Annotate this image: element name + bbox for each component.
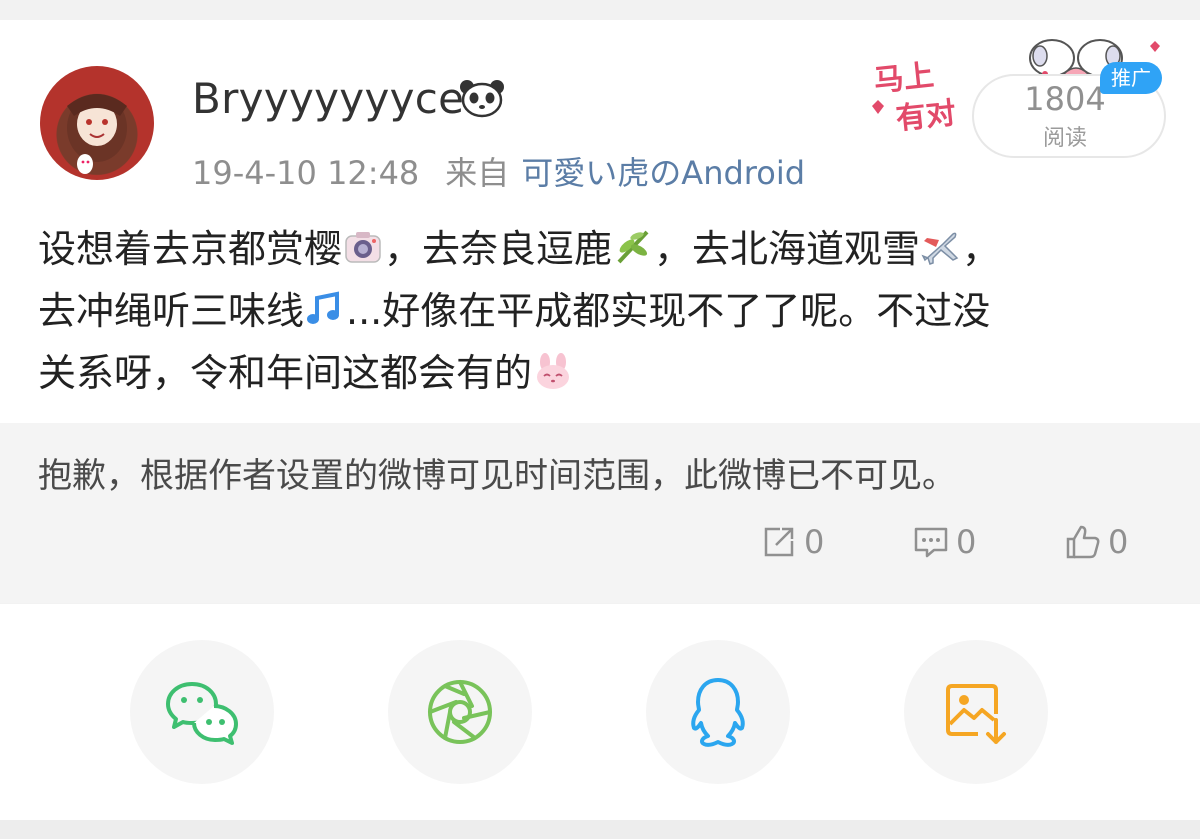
post-line-2: 去冲绳听三味线 ...好像在平成都实现不了了呢。不过没: [38, 280, 1168, 342]
source-link[interactable]: 可愛い虎のAndroid: [521, 154, 805, 192]
post-timestamp: 19-4-10 12:48: [192, 154, 420, 192]
bunny-icon: [537, 353, 570, 389]
save-image-icon: [946, 684, 1006, 744]
avatar-art-icon: [67, 94, 127, 174]
camera-icon: [345, 232, 381, 263]
post-meta: 19-4-10 12:48 来自 可愛い虎のAndroid: [192, 148, 805, 194]
username[interactable]: Bryyyyyyyce: [192, 74, 464, 123]
thumbs-up-icon: [1066, 525, 1100, 559]
read-label: 阅读: [1042, 126, 1087, 151]
read-count: 1804: [1024, 80, 1106, 118]
repost-count: 0: [804, 523, 825, 561]
post-text-segment: ，去奈良逗鹿: [384, 227, 613, 271]
post-text-segment: 设想着去京都赏樱: [38, 227, 343, 271]
like-button[interactable]: 0: [1064, 522, 1128, 562]
post-text-segment: ...好像在平成都实现不了了呢。不过没: [346, 289, 991, 333]
share-qq-button[interactable]: [646, 640, 790, 784]
from-label: 来自: [445, 154, 510, 192]
post-text-segment: 关系呀，令和年间这都会有的: [38, 351, 533, 395]
comment-button[interactable]: 0: [912, 522, 976, 562]
bottom-spacer: [0, 820, 1200, 839]
wechat-icon: [166, 682, 238, 745]
like-count: 0: [1108, 523, 1129, 561]
unavailable-notice: 抱歉，根据作者设置的微博可见时间范围，此微博已不可见。: [38, 456, 956, 496]
panda-icon: [460, 80, 504, 118]
post-line-3: 关系呀，令和年间这都会有的: [38, 342, 1168, 404]
post-text-segment: ，: [962, 227, 1001, 271]
svg-text:马上: 马上: [872, 58, 935, 99]
share-moments-button[interactable]: [388, 640, 532, 784]
top-spacer: [0, 0, 1200, 20]
share-wechat-button[interactable]: [130, 640, 274, 784]
repost-button[interactable]: 0: [760, 522, 824, 562]
share-save-image-button[interactable]: [904, 640, 1048, 784]
post-text-segment: 去冲绳听三味线: [38, 289, 305, 333]
moments-icon: [428, 680, 492, 744]
svg-text:有对: 有对: [894, 96, 957, 137]
post-line-1: 设想着去京都赏樱 ，去奈良逗鹿 ，去北海道观雪 ，: [38, 218, 1168, 280]
post-text-segment: ，去北海道观雪: [654, 227, 921, 271]
airplane-icon: [921, 232, 959, 265]
repost-icon: [764, 527, 794, 557]
comment-count: 0: [956, 523, 977, 561]
qq-icon: [691, 678, 745, 747]
avatar[interactable]: [40, 66, 154, 180]
ad-badge: 推广: [1100, 62, 1162, 94]
comment-icon: [914, 527, 948, 558]
post-body: 设想着去京都赏樱 ，去奈良逗鹿 ，去北海道观雪 ， 去冲绳听三味线 ...好像在平成都实…: [38, 218, 1168, 404]
music-note-icon: [307, 291, 340, 324]
bamboo-icon: [617, 230, 649, 264]
